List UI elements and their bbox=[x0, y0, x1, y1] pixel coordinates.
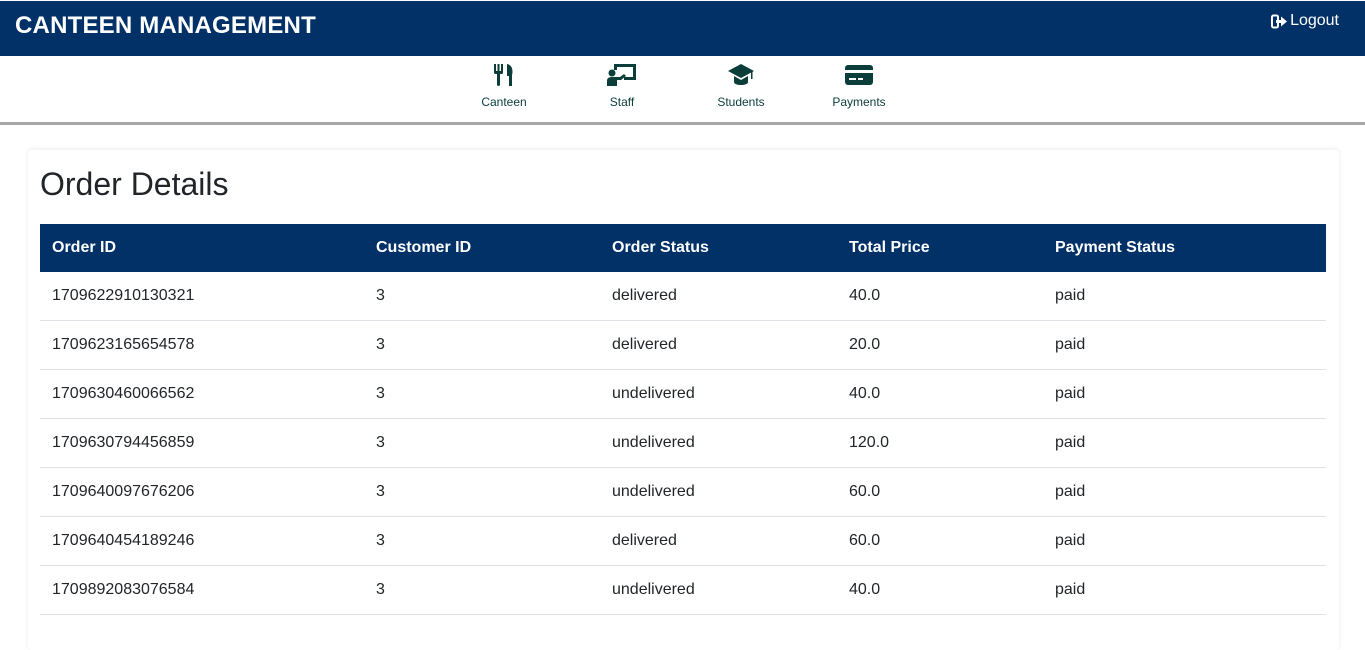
cell-order-id: 1709630460066562 bbox=[40, 369, 364, 419]
cell-order-id: 1709622910130321 bbox=[40, 272, 364, 321]
cell-total-price: 20.0 bbox=[837, 320, 1043, 370]
graduation-cap-icon bbox=[696, 62, 786, 90]
cell-payment-status: paid bbox=[1043, 467, 1326, 517]
cell-order-status: undelivered bbox=[600, 369, 837, 419]
cell-order-id: 1709640097676206 bbox=[40, 467, 364, 517]
column-header-customer-id: Customer ID bbox=[376, 239, 472, 256]
utensils-icon bbox=[459, 62, 549, 90]
cell-customer-id: 3 bbox=[364, 369, 600, 419]
cell-order-status: delivered bbox=[600, 516, 837, 566]
table-row: 1709892083076584 3 undelivered 40.0 paid bbox=[40, 565, 1326, 615]
cell-customer-id: 3 bbox=[364, 516, 600, 566]
cell-total-price: 40.0 bbox=[837, 272, 1043, 321]
nav-label: Payments bbox=[832, 95, 886, 109]
table-row: 1709640454189246 3 delivered 60.0 paid bbox=[40, 516, 1326, 566]
top-header: CANTEEN MANAGEMENT Logout bbox=[0, 0, 1365, 56]
table-row: 1709640097676206 3 undelivered 60.0 paid bbox=[40, 467, 1326, 517]
cell-order-id: 1709640454189246 bbox=[40, 516, 364, 566]
column-header-order-status: Order Status bbox=[612, 239, 709, 256]
cell-payment-status: paid bbox=[1043, 418, 1326, 468]
cell-customer-id: 3 bbox=[364, 272, 600, 321]
cell-order-id: 1709623165654578 bbox=[40, 320, 364, 370]
cell-order-status: delivered bbox=[600, 320, 837, 370]
cell-order-id: 1709892083076584 bbox=[40, 565, 364, 615]
cell-payment-status: paid bbox=[1043, 516, 1326, 566]
cell-payment-status: paid bbox=[1043, 369, 1326, 419]
staff-presentation-icon bbox=[577, 62, 667, 90]
cell-total-price: 60.0 bbox=[837, 516, 1043, 566]
cell-total-price: 40.0 bbox=[837, 369, 1043, 419]
nav-label: Students bbox=[717, 95, 765, 109]
nav-item-canteen[interactable]: Canteen bbox=[459, 62, 549, 109]
logout-button[interactable]: Logout bbox=[1271, 12, 1339, 30]
nav-label: Canteen bbox=[481, 95, 527, 109]
page-title: Order Details bbox=[40, 166, 229, 202]
column-header-order-id: Order ID bbox=[52, 239, 117, 256]
cell-customer-id: 3 bbox=[364, 467, 600, 517]
nav-item-payments[interactable]: Payments bbox=[814, 62, 904, 109]
main-nav: Canteen Staff Students Payments bbox=[0, 56, 1365, 125]
column-header-payment-status: Payment Status bbox=[1055, 239, 1176, 256]
nav-item-staff[interactable]: Staff bbox=[577, 62, 667, 109]
cell-total-price: 120.0 bbox=[837, 418, 1043, 468]
cell-order-status: delivered bbox=[600, 272, 837, 321]
cell-customer-id: 3 bbox=[364, 418, 600, 468]
table-row: 1709622910130321 3 delivered 40.0 paid bbox=[40, 272, 1326, 321]
logout-label: Logout bbox=[1290, 12, 1339, 29]
table-row: 1709630460066562 3 undelivered 40.0 paid bbox=[40, 369, 1326, 419]
cell-order-status: undelivered bbox=[600, 418, 837, 468]
cell-customer-id: 3 bbox=[364, 320, 600, 370]
table-row: 1709630794456859 3 undelivered 120.0 pai… bbox=[40, 418, 1326, 468]
app-title: CANTEEN MANAGEMENT bbox=[15, 12, 316, 39]
nav-label: Staff bbox=[609, 95, 635, 109]
logout-icon bbox=[1271, 14, 1288, 29]
orders-table: Order ID Customer ID Order Status Total … bbox=[40, 224, 1326, 615]
table-header-row: Order ID Customer ID Order Status Total … bbox=[40, 224, 1326, 272]
credit-card-icon bbox=[814, 62, 904, 90]
cell-order-status: undelivered bbox=[600, 565, 837, 615]
cell-payment-status: paid bbox=[1043, 320, 1326, 370]
cell-total-price: 40.0 bbox=[837, 565, 1043, 615]
cell-customer-id: 3 bbox=[364, 565, 600, 615]
column-header-total-price: Total Price bbox=[849, 239, 930, 256]
cell-order-status: undelivered bbox=[600, 467, 837, 517]
cell-payment-status: paid bbox=[1043, 272, 1326, 321]
table-row: 1709623165654578 3 delivered 20.0 paid bbox=[40, 320, 1326, 370]
nav-item-students[interactable]: Students bbox=[696, 62, 786, 109]
cell-order-id: 1709630794456859 bbox=[40, 418, 364, 468]
cell-total-price: 60.0 bbox=[837, 467, 1043, 517]
cell-payment-status: paid bbox=[1043, 565, 1326, 615]
